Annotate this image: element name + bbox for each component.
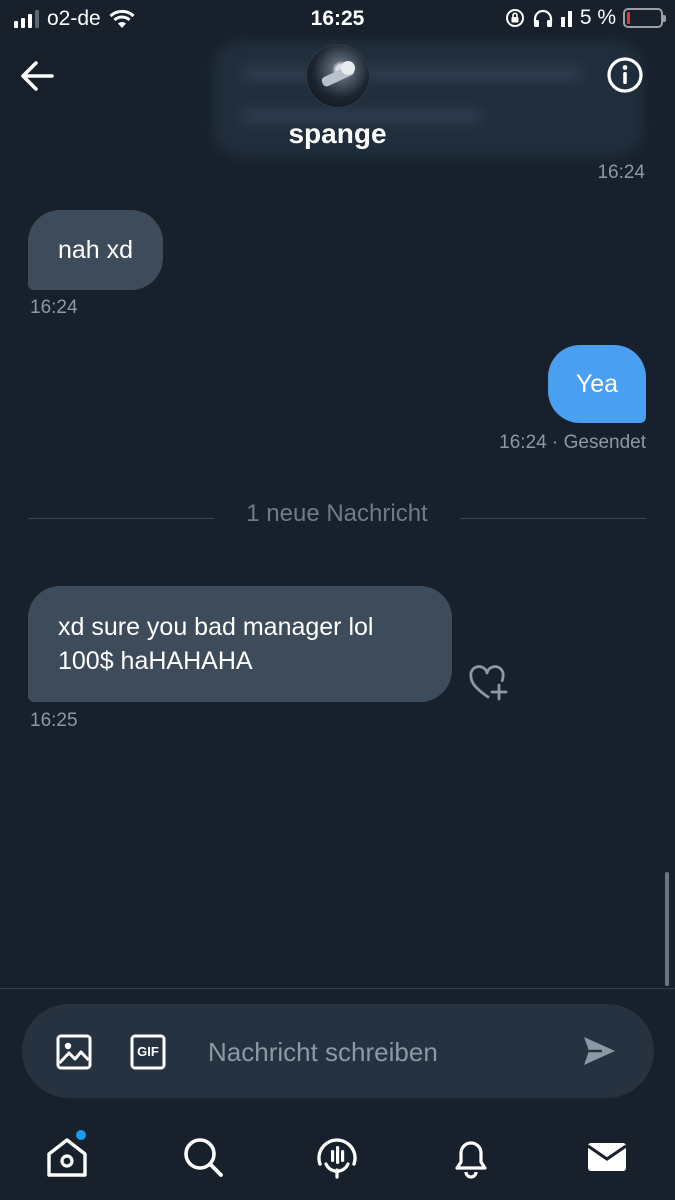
battery-level [627,12,630,24]
outgoing-message-bubble[interactable]: Yea [547,345,646,423]
gif-label: GIF [137,1044,159,1059]
tab-home[interactable] [44,1130,90,1180]
spaces-icon [317,1138,357,1179]
message-status: · Gesendet [552,432,646,453]
incoming-message-bubble[interactable]: nah xd [28,210,164,290]
contact-name[interactable]: spange [0,118,675,150]
search-icon [184,1138,223,1177]
bottom-tab-bar [0,1110,675,1200]
message-text: nah xd [58,236,134,264]
battery-icon [623,8,666,28]
message-text-line: xd sure you bad manager lol [58,613,374,641]
message-timestamp: 16:24 [597,162,645,183]
battery-percentage: 5 % [579,6,616,29]
scrollbar[interactable] [665,872,669,986]
headphones-icon [533,9,552,27]
status-bar: o2-de 16:25 5 % [0,0,675,38]
incoming-message-bubble[interactable]: xd sure you bad manager lol 100$ haHAHAH… [28,586,452,702]
tab-search[interactable] [180,1134,226,1180]
message-timestamp: 16:24 [499,432,547,453]
message-text-line: 100$ haHAHAHA [58,647,253,675]
arrow-left-icon[interactable] [18,58,58,94]
image-icon[interactable] [56,1034,92,1070]
message-text: Yea [575,370,618,398]
messages-icon [587,1143,627,1171]
tab-messages[interactable] [584,1134,630,1180]
divider-line [460,518,646,519]
message-meta: 16:24 · Gesendet [499,432,646,454]
contact-avatar[interactable] [306,44,370,108]
home-notification-dot [76,1130,86,1140]
new-messages-label: 1 neue Nachricht [246,500,428,527]
composer-divider [0,988,675,989]
status-right: 5 % [505,6,666,30]
tab-notifications[interactable] [448,1134,494,1180]
dm-conversation-screen: o2-de 16:25 5 % spange 16:24 nah xd 16:2… [0,0,675,1200]
message-composer: GIF [22,1004,654,1098]
home-icon [47,1138,87,1177]
signal-bars-small-icon [560,11,572,27]
new-messages-divider: 1 neue Nachricht [28,500,646,530]
send-icon[interactable] [580,1032,618,1070]
heart-plus-icon[interactable] [468,664,510,702]
message-input[interactable] [208,1034,548,1070]
message-timestamp: 16:25 [30,710,78,731]
info-icon[interactable] [605,55,645,95]
notifications-icon [455,1141,487,1179]
tab-spaces[interactable] [314,1134,360,1180]
gif-icon[interactable]: GIF [130,1034,166,1070]
rotation-lock-icon [505,9,524,27]
message-timestamp: 16:24 [30,297,78,318]
